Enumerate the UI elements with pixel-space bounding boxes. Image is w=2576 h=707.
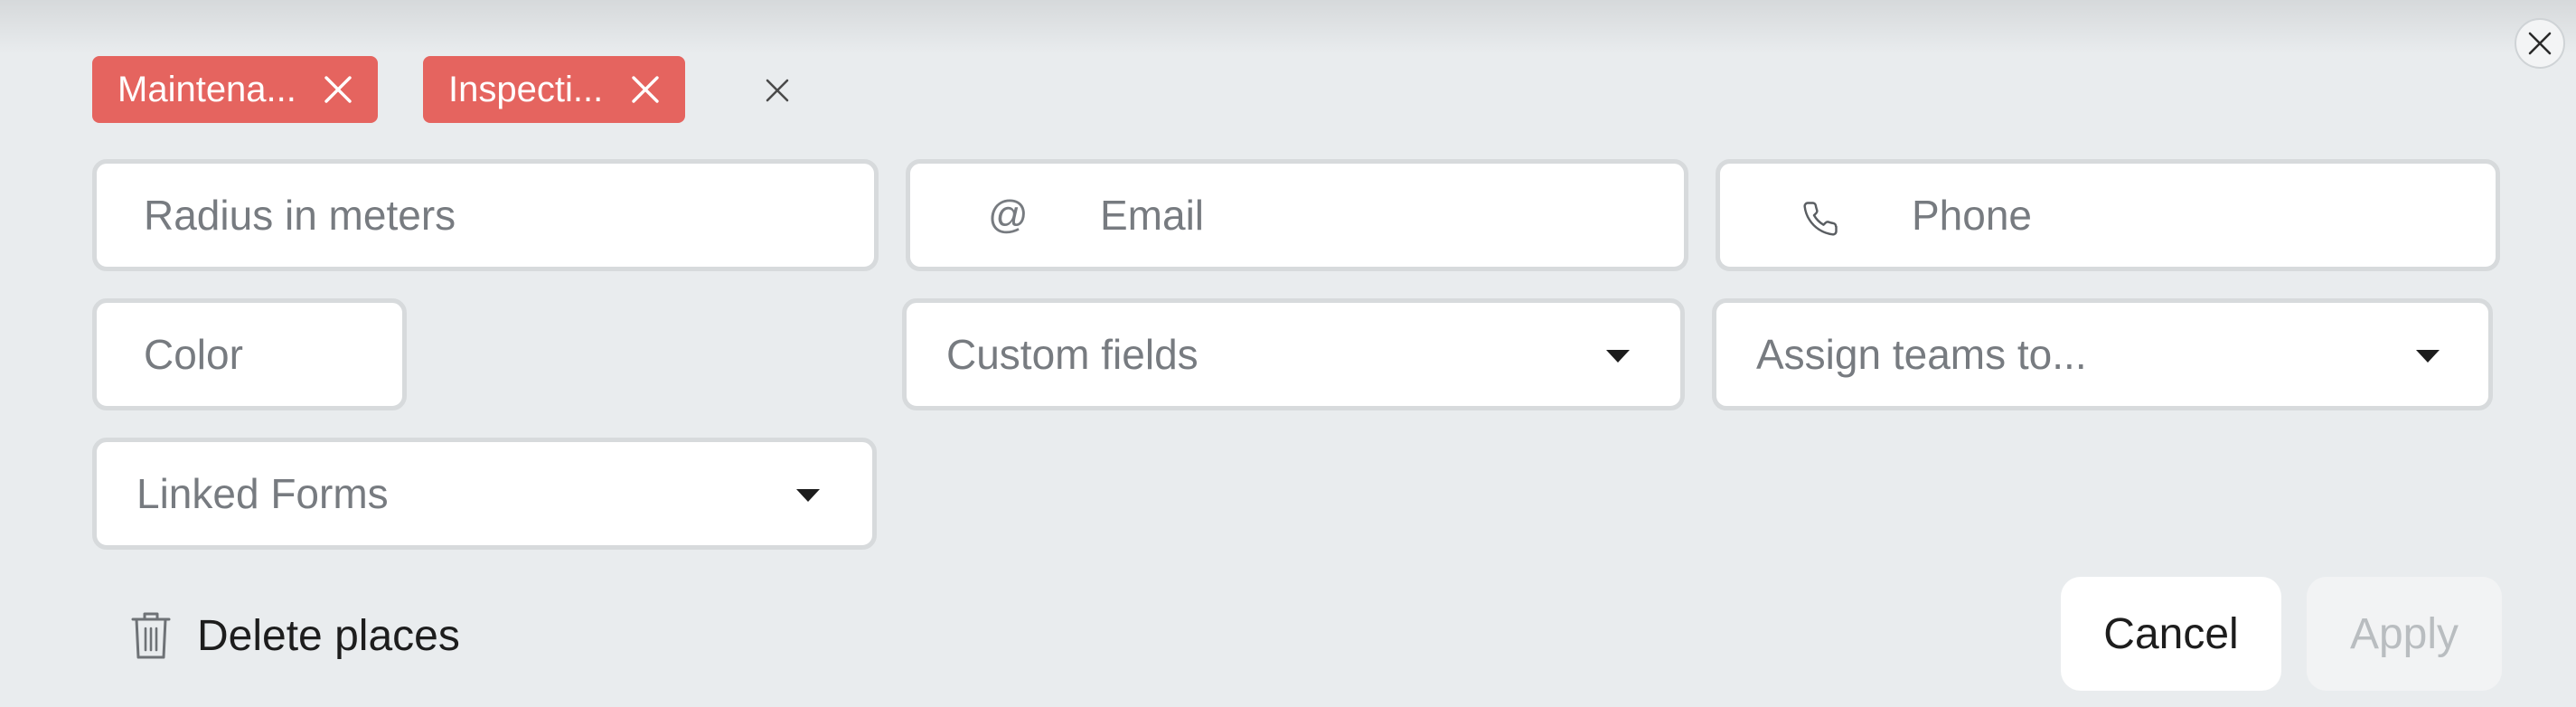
radius-placeholder: Radius in meters xyxy=(144,192,456,239)
close-dialog-button[interactable] xyxy=(2515,18,2565,69)
tag-chip-maintenance: Maintena... xyxy=(92,56,378,123)
linked-forms-select[interactable]: Linked Forms xyxy=(92,438,877,550)
chevron-down-icon xyxy=(1606,350,1630,363)
top-shadow xyxy=(0,0,2576,54)
custom-fields-placeholder: Custom fields xyxy=(946,331,1199,378)
color-placeholder: Color xyxy=(144,331,243,378)
cancel-button[interactable]: Cancel xyxy=(2061,577,2281,691)
tag-chip-label: Inspecti... xyxy=(448,69,604,109)
clear-all-tags-icon[interactable] xyxy=(765,78,790,103)
close-icon xyxy=(2528,32,2552,55)
chevron-down-icon xyxy=(2416,350,2440,363)
delete-places-label: Delete places xyxy=(197,611,460,660)
trash-icon xyxy=(131,612,171,659)
apply-button[interactable]: Apply xyxy=(2307,577,2502,691)
radius-input[interactable]: Radius in meters xyxy=(92,159,879,271)
remove-tag-icon[interactable] xyxy=(631,75,660,104)
tag-chip-inspection: Inspecti... xyxy=(423,56,685,123)
delete-places-button[interactable]: Delete places xyxy=(130,606,460,665)
assign-teams-select[interactable]: Assign teams to... xyxy=(1712,298,2493,410)
email-placeholder: Email xyxy=(1100,192,1205,239)
phone-icon xyxy=(1803,202,1838,236)
email-input[interactable]: @ Email xyxy=(906,159,1688,271)
phone-input[interactable]: Phone xyxy=(1716,159,2500,271)
color-input[interactable]: Color xyxy=(92,298,407,410)
at-sign-icon: @ xyxy=(988,193,1029,237)
assign-teams-placeholder: Assign teams to... xyxy=(1756,331,2087,378)
tag-chip-label: Maintena... xyxy=(118,69,296,109)
chevron-down-icon xyxy=(796,489,820,502)
custom-fields-select[interactable]: Custom fields xyxy=(902,298,1685,410)
remove-tag-icon[interactable] xyxy=(324,75,353,104)
linked-forms-placeholder: Linked Forms xyxy=(136,470,389,517)
phone-placeholder: Phone xyxy=(1912,192,2033,239)
